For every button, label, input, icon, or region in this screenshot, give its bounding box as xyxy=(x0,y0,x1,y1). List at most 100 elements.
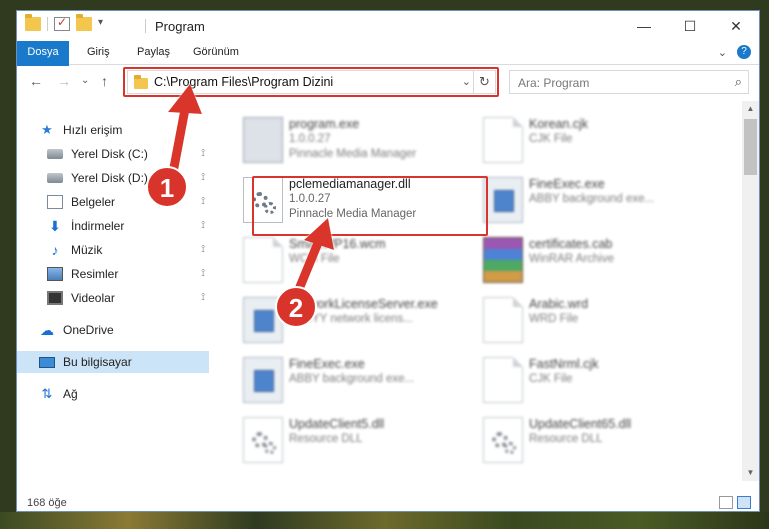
search-icon[interactable]: ⌕ xyxy=(735,74,742,90)
file-name: certificates.cab xyxy=(529,237,613,251)
vertical-scrollbar[interactable]: ▲ ▼ xyxy=(742,101,759,481)
tab-share[interactable]: Paylaş xyxy=(127,41,180,64)
sidebar-item-5[interactable]: ♪ Müzik ⟟ xyxy=(17,239,209,261)
tab-home[interactable]: Giriş xyxy=(77,41,120,64)
properties-icon[interactable] xyxy=(54,15,70,31)
file-icon xyxy=(483,297,523,343)
expand-ribbon-icon[interactable]: ⌄ xyxy=(718,46,727,59)
pin-icon[interactable]: ⟟ xyxy=(201,220,205,231)
sidebar-item-8[interactable]: ☁ OneDrive xyxy=(17,319,209,341)
music-icon: ♪ xyxy=(51,242,59,258)
file-item[interactable]: UpdateClient65.dll Resource DLL xyxy=(477,411,707,467)
title-separator xyxy=(145,19,146,33)
sidebar-item-label: Müzik xyxy=(71,243,103,257)
file-item[interactable]: FineExec.exe ABBY background exe... xyxy=(477,171,707,227)
file-item[interactable]: FastNrml.cjk CJK File xyxy=(477,351,707,407)
tiles-view-icon[interactable] xyxy=(737,496,751,509)
recent-locations-icon[interactable]: ⌄ xyxy=(81,75,89,86)
ribbon-controls: ⌄ ? xyxy=(718,45,751,59)
file-detail: WinRAR Archive xyxy=(529,253,614,265)
exe-file-icon xyxy=(483,177,523,223)
file-item[interactable]: FineExec.exe ABBY background exe... xyxy=(237,351,467,407)
video-icon xyxy=(47,291,63,305)
file-name: Korean.cjk xyxy=(529,117,589,131)
sidebar-item-label: Yerel Disk (D:) xyxy=(71,171,148,185)
sidebar-item-label: Videolar xyxy=(71,291,115,305)
file-item[interactable]: SmartWP16.wcm WCM File xyxy=(237,231,467,287)
navigation-bar: ← → ⌄ ↑ C:\Program Files\Program Dizini … xyxy=(17,66,759,98)
file-item[interactable]: program.exe 1.0.0.27 Pinnacle Media Manage… xyxy=(237,111,467,167)
file-detail: ABBY background exe... xyxy=(529,193,655,205)
pin-icon[interactable]: ⟟ xyxy=(201,172,205,183)
file-icon xyxy=(483,357,523,403)
file-name: FineExec.exe xyxy=(529,177,605,191)
pin-icon[interactable]: ⟟ xyxy=(201,268,205,279)
search-box[interactable]: Ara: Program ⌕ xyxy=(509,70,749,94)
quick-access-toolbar: ▾ xyxy=(25,14,114,31)
cloud-icon: ☁ xyxy=(40,322,54,338)
navigation-pane: ★ Hızlı erişim Yerel Disk (C:) ⟟ Yerel Disk … xyxy=(17,101,211,481)
sidebar-item-label: Ağ xyxy=(63,387,78,401)
computer-icon xyxy=(39,356,55,368)
back-arrow-icon[interactable]: ← xyxy=(29,73,43,89)
network-icon: ⇅ xyxy=(41,386,53,401)
file-icon xyxy=(483,117,523,163)
star-icon: ★ xyxy=(41,122,53,137)
sidebar-item-label: Yerel Disk (C:) xyxy=(71,147,148,161)
file-detail: 1.0.0.27 xyxy=(289,133,331,145)
up-arrow-icon[interactable]: ↑ xyxy=(101,73,108,89)
sidebar-item-9[interactable]: Bu bilgisayar xyxy=(17,351,209,373)
pin-icon[interactable]: ⟟ xyxy=(201,148,205,159)
file-item[interactable]: NetworkLicenseServer.exe ABBYY network li… xyxy=(237,291,467,347)
exe-file-icon xyxy=(243,357,283,403)
new-folder-icon[interactable] xyxy=(76,14,92,31)
sidebar-item-1[interactable]: Yerel Disk (C:) ⟟ xyxy=(17,143,209,165)
dll-file-icon xyxy=(243,417,283,463)
help-icon[interactable]: ? xyxy=(737,45,751,59)
explorer-window: ▾ Program — ☐ ✕ Dosya Giriş Paylaş Görün… xyxy=(16,10,760,512)
minimize-button[interactable]: — xyxy=(621,11,667,41)
file-detail: CJK File xyxy=(529,133,573,145)
details-view-icon[interactable] xyxy=(719,496,733,509)
file-name: Arabic.wrd xyxy=(529,297,589,311)
sidebar-item-6[interactable]: Resimler ⟟ xyxy=(17,263,209,285)
file-detail: CJK File xyxy=(529,373,573,385)
customize-toolbar-icon[interactable]: ▾ xyxy=(98,17,114,31)
toolbar-separator xyxy=(47,17,48,31)
close-button[interactable]: ✕ xyxy=(713,11,759,41)
pictures-icon xyxy=(47,267,63,281)
folder-icon xyxy=(25,14,41,31)
pin-icon[interactable]: ⟟ xyxy=(201,244,205,255)
sidebar-item-4[interactable]: ⬇ İndirmeler ⟟ xyxy=(17,215,209,237)
sidebar-item-0[interactable]: ★ Hızlı erişim xyxy=(17,119,209,141)
view-toggle xyxy=(719,496,751,509)
download-icon: ⬇ xyxy=(49,218,61,234)
file-detail: WRD File xyxy=(529,313,579,325)
file-item[interactable]: UpdateClient5.dll Resource DLL xyxy=(237,411,467,467)
desktop-background xyxy=(0,512,769,529)
disk-icon xyxy=(47,149,63,159)
search-input[interactable]: Ara: Program xyxy=(518,76,589,90)
sidebar-item-10[interactable]: ⇅ Ağ xyxy=(17,383,209,405)
maximize-button[interactable]: ☐ xyxy=(667,11,713,41)
sidebar-item-label: OneDrive xyxy=(63,323,114,337)
file-name: UpdateClient5.dll xyxy=(289,417,385,431)
file-name: UpdateClient65.dll xyxy=(529,417,632,431)
file-detail: Resource DLL xyxy=(289,433,363,445)
file-item[interactable]: Arabic.wrd WRD File xyxy=(477,291,707,347)
scrollbar-thumb[interactable] xyxy=(744,119,757,175)
scroll-down-icon[interactable]: ▼ xyxy=(742,465,759,481)
file-detail: Pinnacle Media Manager xyxy=(289,148,417,160)
pin-icon[interactable]: ⟟ xyxy=(201,292,205,303)
application-icon xyxy=(243,117,283,163)
tab-view[interactable]: Görünüm xyxy=(183,41,249,64)
forward-arrow-icon[interactable]: → xyxy=(57,73,71,89)
file-item[interactable]: Korean.cjk CJK File xyxy=(477,111,707,167)
address-highlight-box xyxy=(123,67,499,97)
pin-icon[interactable]: ⟟ xyxy=(201,196,205,207)
file-name: FineExec.exe xyxy=(289,357,365,371)
sidebar-item-7[interactable]: Videolar ⟟ xyxy=(17,287,209,309)
file-name: SmartWP16.wcm xyxy=(289,237,386,251)
scroll-up-icon[interactable]: ▲ xyxy=(742,101,759,117)
file-item[interactable]: certificates.cab WinRAR Archive xyxy=(477,231,707,287)
